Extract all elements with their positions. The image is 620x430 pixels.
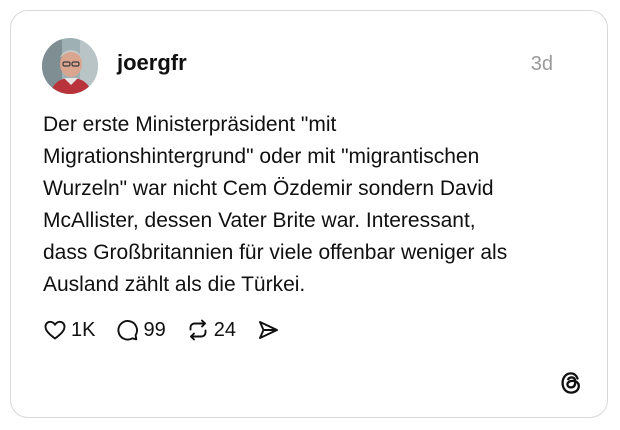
post-text-line: dass Großbritannien für viele offenbar w… bbox=[43, 241, 508, 264]
comment-icon bbox=[117, 320, 139, 341]
repost-icon bbox=[189, 319, 207, 341]
heart-icon bbox=[44, 320, 66, 340]
post-timestamp[interactable]: 3d bbox=[531, 51, 553, 77]
share-button[interactable] bbox=[256, 318, 280, 342]
post-text-line: McAllister, dessen Vater Brite war. Inte… bbox=[43, 209, 476, 232]
username[interactable]: joergfr bbox=[117, 49, 187, 77]
send-icon bbox=[259, 321, 278, 339]
repost-count: 24 bbox=[213, 319, 236, 341]
post-text-line: Wurzeln" war nicht Cem Özdemir sondern D… bbox=[43, 177, 494, 200]
avatar-image bbox=[42, 38, 98, 94]
post-text-line: Migrationshintergrund" oder mit "migrant… bbox=[43, 145, 480, 168]
like-button[interactable]: 1K bbox=[43, 318, 95, 342]
like-count: 1K bbox=[71, 319, 96, 341]
post-text-line: Der erste Ministerpräsident "mit bbox=[43, 113, 337, 136]
post-text: Der erste Ministerpräsident "mit Migrati… bbox=[43, 109, 583, 301]
reply-count: 99 bbox=[143, 319, 166, 341]
threads-logo-icon[interactable] bbox=[557, 369, 585, 397]
post-actions: 1K 99 24 bbox=[43, 316, 300, 344]
post-text-line: Ausland zählt als die Türkei. bbox=[43, 273, 306, 296]
avatar[interactable] bbox=[42, 38, 98, 94]
post-card: joergfr 3d Der erste Ministerpräsident "… bbox=[10, 10, 608, 418]
repost-button[interactable]: 24 bbox=[186, 318, 236, 342]
reply-button[interactable]: 99 bbox=[115, 318, 166, 342]
